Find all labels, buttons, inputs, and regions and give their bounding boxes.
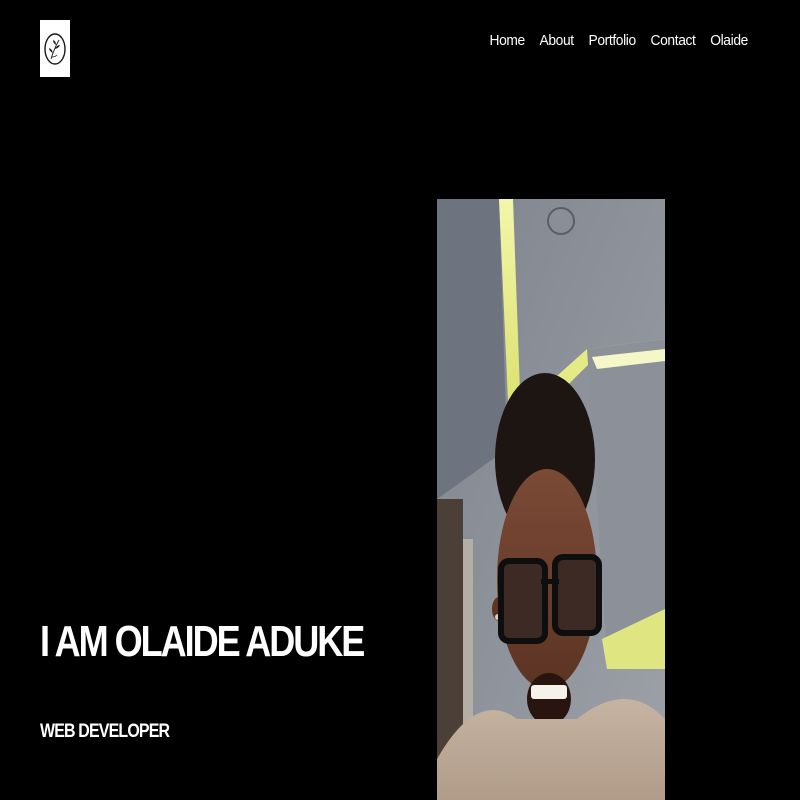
- nav-link-olaide[interactable]: Olaide: [710, 32, 748, 49]
- nav-link-contact[interactable]: Contact: [651, 32, 696, 49]
- nav-link-portfolio[interactable]: Portfolio: [589, 32, 637, 49]
- main-nav: Home About Portfolio Contact Olaide: [490, 32, 749, 49]
- hero-title: I AM OLAIDE ADUKE: [40, 617, 365, 666]
- hero-subtitle: WEB DEVELOPER: [40, 721, 170, 742]
- nav-link-about[interactable]: About: [540, 32, 575, 49]
- leaf-monogram-icon: [44, 32, 66, 65]
- nav-link-home[interactable]: Home: [490, 32, 526, 49]
- portrait-photo: [437, 199, 665, 800]
- site-logo[interactable]: [40, 20, 70, 77]
- portrait-photo-icon: [437, 199, 665, 800]
